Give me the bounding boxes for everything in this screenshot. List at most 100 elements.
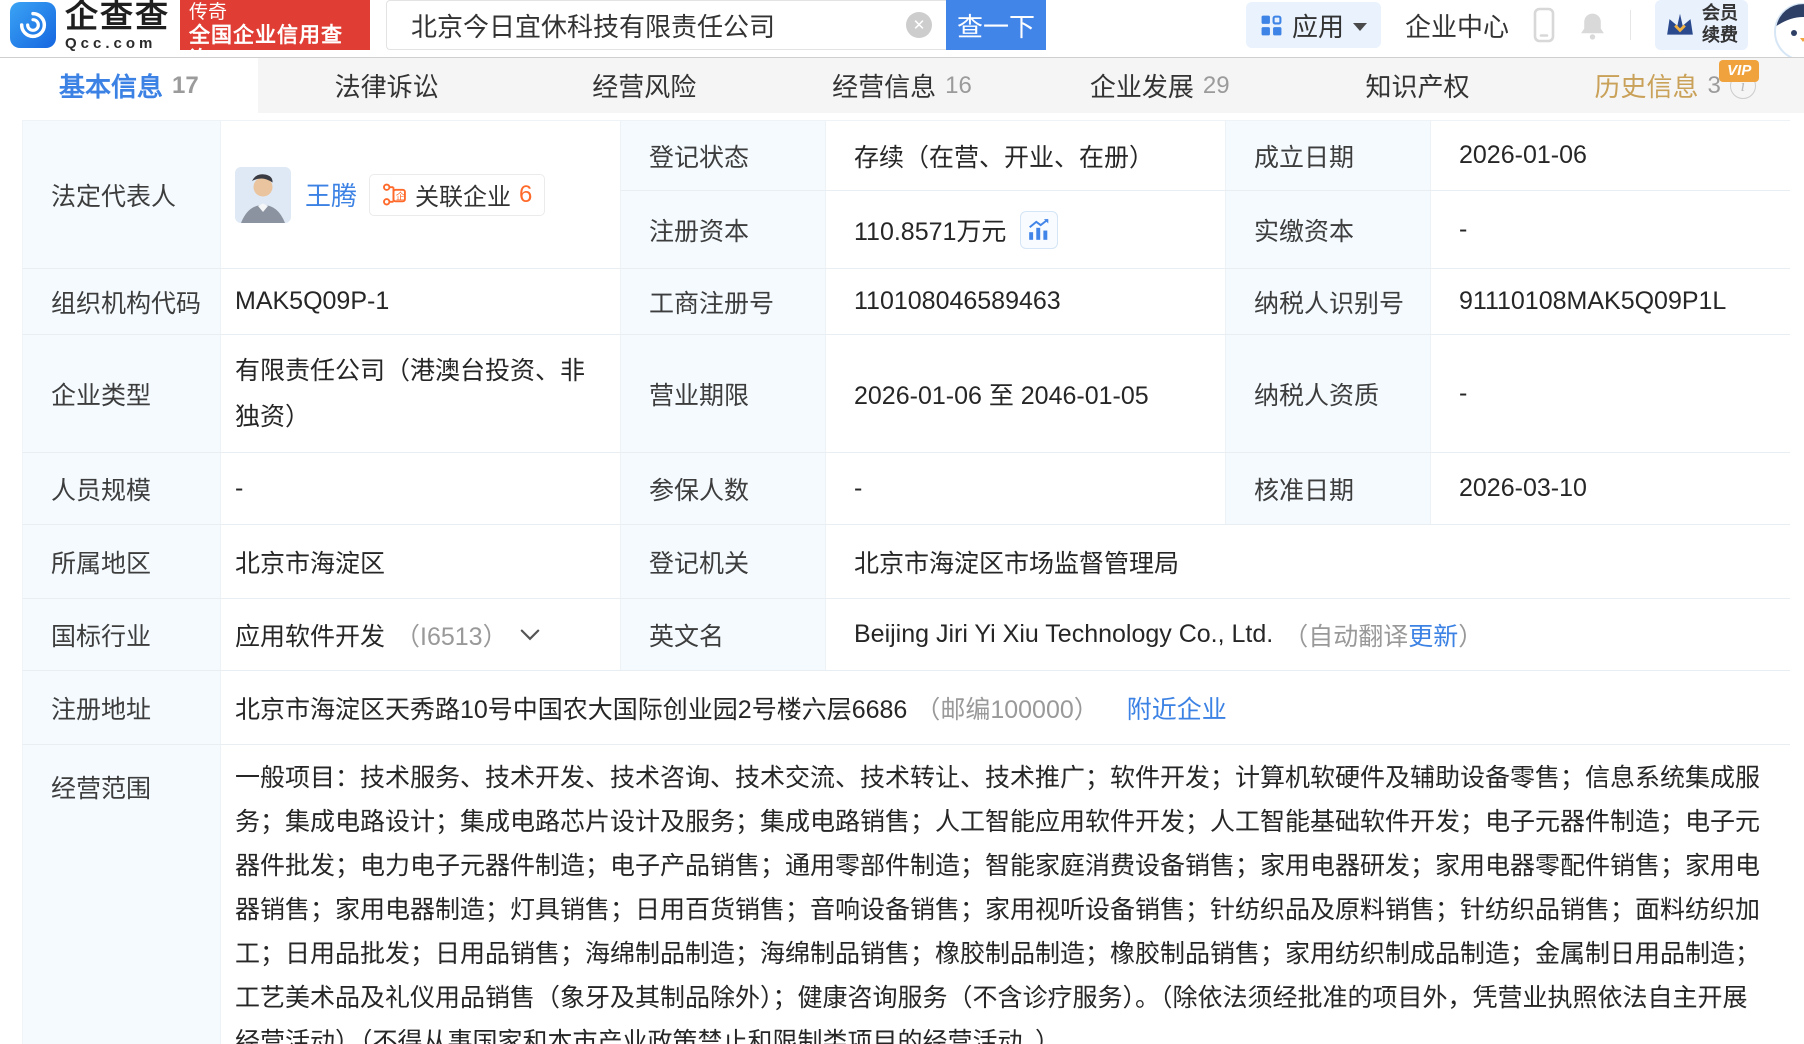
qcc-brand-text: 企查查 Qcc.com <box>65 0 170 52</box>
apps-grid-icon <box>1260 14 1283 37</box>
insured-count-value: - <box>826 453 1226 524</box>
reg-authority-value: 北京市海淀区市场监督管理局 <box>826 525 1790 598</box>
header-right-nav: 应用 企业中心 <box>1246 0 1804 50</box>
industry-cell: 应用软件开发 （I6513） <box>221 599 621 670</box>
industry-label: 国标行业 <box>23 599 221 670</box>
address-cell: 北京市海淀区天秀路10号中国农大国际创业园2号楼六层6686 （邮编100000… <box>221 671 1790 744</box>
table-subrow: 登记状态 存续（在营、开业、在册） 成立日期 2026-01-06 <box>621 121 1790 191</box>
header-divider <box>1630 10 1631 40</box>
qcc-logo-icon <box>10 2 56 48</box>
promo-banner: 传奇 全国企业信用查询 <box>180 0 370 50</box>
notifications-bell-icon[interactable] <box>1579 11 1606 40</box>
table-row: 经营范围 一般项目：技术服务、技术开发、技术咨询、技术交流、技术转让、技术推广；… <box>22 745 1790 1044</box>
business-scope-value: 一般项目：技术服务、技术开发、技术咨询、技术交流、技术转让、技术推广；软件开发；… <box>221 745 1790 1044</box>
related-companies-badge[interactable]: 企 关联企业 6 <box>369 174 545 216</box>
clear-search-icon[interactable]: ✕ <box>906 12 932 38</box>
english-name-label: 英文名 <box>621 599 826 670</box>
industry-expand-chevron-icon[interactable] <box>520 629 540 641</box>
tab-history-info[interactable]: 历史信息3 i VIP <box>1546 58 1804 113</box>
staff-size-label: 人员规模 <box>23 453 221 524</box>
apps-menu[interactable]: 应用 <box>1246 2 1381 48</box>
apps-label: 应用 <box>1292 7 1344 44</box>
translate-update-link[interactable]: 更新 <box>1408 617 1458 653</box>
mascot-helper-icon[interactable] <box>1772 0 1804 62</box>
company-info-table: 法定代表人 王腾 <box>22 120 1790 1044</box>
taxpayer-id-label: 纳税人识别号 <box>1226 269 1431 334</box>
tab-legal-litigation[interactable]: 法律诉讼 <box>258 58 516 113</box>
search-input[interactable]: 北京今日宜休科技有限责任公司 ✕ <box>386 0 946 50</box>
top-header: 企查查 Qcc.com 传奇 全国企业信用查询 北京今日宜休科技有限责任公司 ✕… <box>0 0 1804 57</box>
establish-date-value: 2026-01-06 <box>1431 121 1790 190</box>
vip-renew-label: 会员 续费 <box>1702 3 1738 46</box>
related-companies-label: 关联企业 <box>415 177 511 212</box>
table-row: 所属地区 北京市海淀区 登记机关 北京市海淀区市场监督管理局 <box>22 525 1790 599</box>
enterprise-center-link[interactable]: 企业中心 <box>1405 7 1509 44</box>
staff-size-value: - <box>221 453 621 524</box>
brand-domain: Qcc.com <box>65 35 170 52</box>
industry-value: 应用软件开发 <box>235 617 385 653</box>
legal-rep-avatar[interactable] <box>235 167 291 223</box>
region-value: 北京市海淀区 <box>221 525 621 598</box>
insured-count-label: 参保人数 <box>621 453 826 524</box>
establish-date-label: 成立日期 <box>1226 121 1431 190</box>
industry-code: （I6513） <box>395 617 508 653</box>
tab-intellectual-property[interactable]: 知识产权 <box>1289 58 1547 113</box>
taxpayer-quality-value: - <box>1431 335 1790 452</box>
org-code-label: 组织机构代码 <box>23 269 221 334</box>
table-row: 企业类型 有限责任公司（港澳台投资、非独资） 营业期限 2026-01-06 至… <box>22 335 1790 453</box>
auto-translate-note-close: ） <box>1458 617 1483 653</box>
capital-trend-chart-icon[interactable] <box>1020 211 1058 249</box>
brand-name: 企查查 <box>65 0 170 32</box>
related-companies-icon: 企 <box>382 182 407 207</box>
business-scope-label: 经营范围 <box>23 745 221 1044</box>
approval-date-label: 核准日期 <box>1226 453 1431 524</box>
table-row: 人员规模 - 参保人数 - 核准日期 2026-03-10 <box>22 453 1790 525</box>
paid-capital-label: 实缴资本 <box>1226 191 1431 268</box>
nearby-companies-link[interactable]: 附近企业 <box>1127 690 1227 726</box>
reg-status-label: 登记状态 <box>621 121 826 190</box>
english-name-cell: Beijing Jiri Yi Xiu Technology Co., Ltd.… <box>826 599 1790 670</box>
search-button[interactable]: 查一下 <box>946 0 1046 50</box>
tab-operating-risk[interactable]: 经营风险 <box>515 58 773 113</box>
auto-translate-note: （自动翻译 <box>1283 617 1408 653</box>
table-subrow: 注册资本 110.8571万元 <box>621 191 1790 268</box>
business-term-value: 2026-01-06 至 2046-01-05 <box>826 335 1226 452</box>
legal-rep-cell: 王腾 企 关联企业 6 <box>221 121 621 268</box>
company-type-label: 企业类型 <box>23 335 221 452</box>
section-tabbar: 基本信息17 法律诉讼 经营风险 经营信息16 企业发展29 知识产权 历史信息… <box>0 57 1804 113</box>
table-row: 组织机构代码 MAK5Q09P-1 工商注册号 110108046589463 … <box>22 269 1790 335</box>
search-input-value: 北京今日宜休科技有限责任公司 <box>411 7 906 44</box>
reg-capital-cell: 110.8571万元 <box>826 191 1226 268</box>
reg-capital-label: 注册资本 <box>621 191 826 268</box>
tab-basic-info[interactable]: 基本信息17 <box>0 58 258 113</box>
qcc-logo[interactable]: 企查查 Qcc.com <box>10 0 170 50</box>
approval-date-value: 2026-03-10 <box>1431 453 1790 524</box>
row1-right-stack: 登记状态 存续（在营、开业、在册） 成立日期 2026-01-06 注册资本 1… <box>621 121 1790 268</box>
reg-status-value: 存续（在营、开业、在册） <box>826 121 1226 190</box>
tab-business-info[interactable]: 经营信息16 <box>773 58 1031 113</box>
address-value: 北京市海淀区天秀路10号中国农大国际创业园2号楼六层6686 <box>235 690 907 726</box>
search-bar: 北京今日宜休科技有限责任公司 ✕ 查一下 <box>386 0 1046 50</box>
address-zip-note: （邮编100000） <box>915 690 1098 726</box>
table-row: 法定代表人 王腾 <box>22 121 1790 269</box>
chevron-down-icon <box>1353 23 1367 31</box>
table-row: 注册地址 北京市海淀区天秀路10号中国农大国际创业园2号楼六层6686 （邮编1… <box>22 671 1790 745</box>
mobile-app-icon[interactable] <box>1533 7 1555 43</box>
reg-number-value: 110108046589463 <box>826 269 1226 334</box>
svg-text:企: 企 <box>396 190 406 201</box>
org-code-value: MAK5Q09P-1 <box>221 269 621 334</box>
taxpayer-id-value: 91110108MAK5Q09P1L <box>1431 269 1790 334</box>
tab-company-development[interactable]: 企业发展29 <box>1031 58 1289 113</box>
legal-rep-label: 法定代表人 <box>23 121 221 268</box>
related-companies-count: 6 <box>519 181 532 209</box>
table-row: 国标行业 应用软件开发 （I6513） 英文名 Beijing Jiri Yi … <box>22 599 1790 671</box>
reg-capital-value: 110.8571万元 <box>854 212 1006 248</box>
vip-badge: VIP <box>1719 60 1759 82</box>
reg-number-label: 工商注册号 <box>621 269 826 334</box>
english-name-value: Beijing Jiri Yi Xiu Technology Co., Ltd. <box>854 620 1273 649</box>
legal-rep-name-link[interactable]: 王腾 <box>305 176 357 213</box>
region-label: 所属地区 <box>23 525 221 598</box>
business-term-label: 营业期限 <box>621 335 826 452</box>
company-type-value: 有限责任公司（港澳台投资、非独资） <box>221 335 621 452</box>
vip-renew-button[interactable]: 会员 续费 <box>1655 0 1748 50</box>
